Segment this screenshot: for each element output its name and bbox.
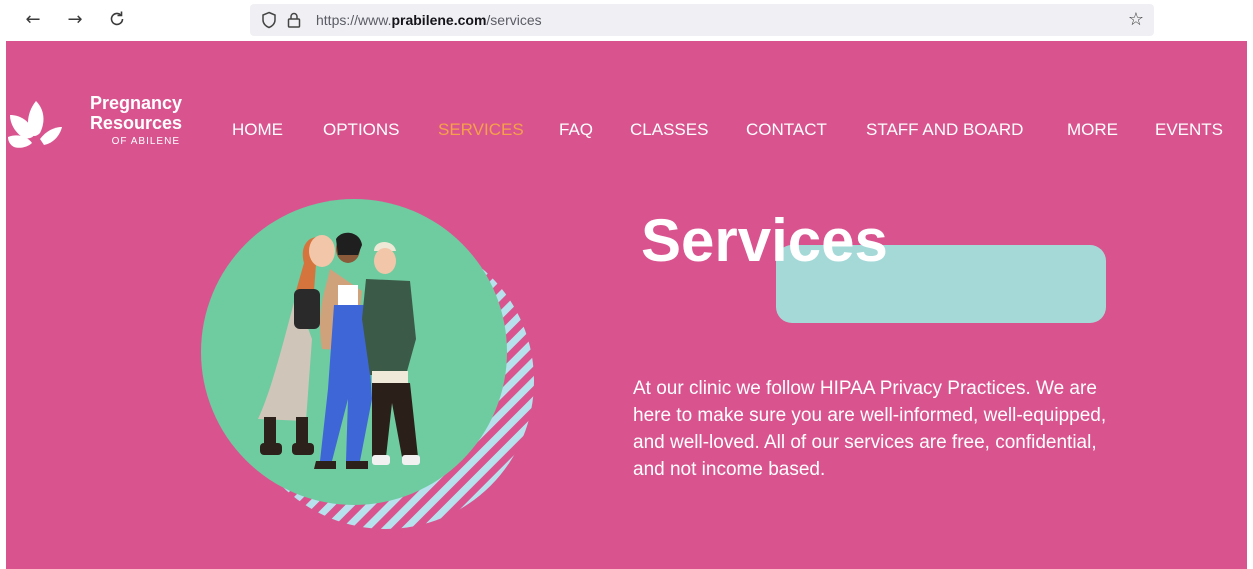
nav-home[interactable]: HOME	[232, 120, 283, 140]
star-icon[interactable]: ☆	[1128, 9, 1144, 30]
nav-services[interactable]: SERVICES	[438, 120, 524, 140]
services-page: Pregnancy Resources OF ABILENE HOME OPTI…	[6, 41, 1247, 569]
address-bar[interactable]: https://www.prabilene.com/services ☆	[250, 4, 1154, 36]
logo-line-1: Pregnancy	[89, 93, 182, 113]
browser-toolbar: ← → https://www.prabilene.com/services ☆	[0, 0, 1253, 40]
forward-arrow-icon[interactable]: →	[62, 6, 88, 32]
lock-icon[interactable]	[285, 11, 303, 29]
reload-icon[interactable]	[104, 6, 130, 32]
nav-options[interactable]: OPTIONS	[323, 120, 400, 140]
hero-illustration	[201, 199, 534, 529]
nav-more[interactable]: MORE	[1067, 120, 1118, 140]
services-description: At our clinic we follow HIPAA Privacy Pr…	[633, 378, 1107, 480]
url-domain: prabilene.com	[391, 12, 487, 28]
nav-faq[interactable]: FAQ	[559, 120, 593, 140]
shield-icon[interactable]	[260, 11, 278, 29]
url-text[interactable]: https://www.prabilene.com/services	[316, 12, 542, 28]
url-path: /services	[486, 12, 542, 28]
nav-staff-and-board[interactable]: STAFF AND BOARD	[866, 120, 1023, 140]
nav-events[interactable]: EVENTS	[1155, 120, 1223, 140]
page-title: Services	[641, 207, 888, 274]
main-nav: HOME OPTIONS SERVICES FAQ CLASSES CONTAC…	[6, 120, 1247, 142]
back-arrow-icon[interactable]: ←	[20, 6, 46, 32]
url-prefix: https://www.	[316, 12, 392, 28]
nav-contact[interactable]: CONTACT	[746, 120, 827, 140]
nav-classes[interactable]: CLASSES	[630, 120, 708, 140]
